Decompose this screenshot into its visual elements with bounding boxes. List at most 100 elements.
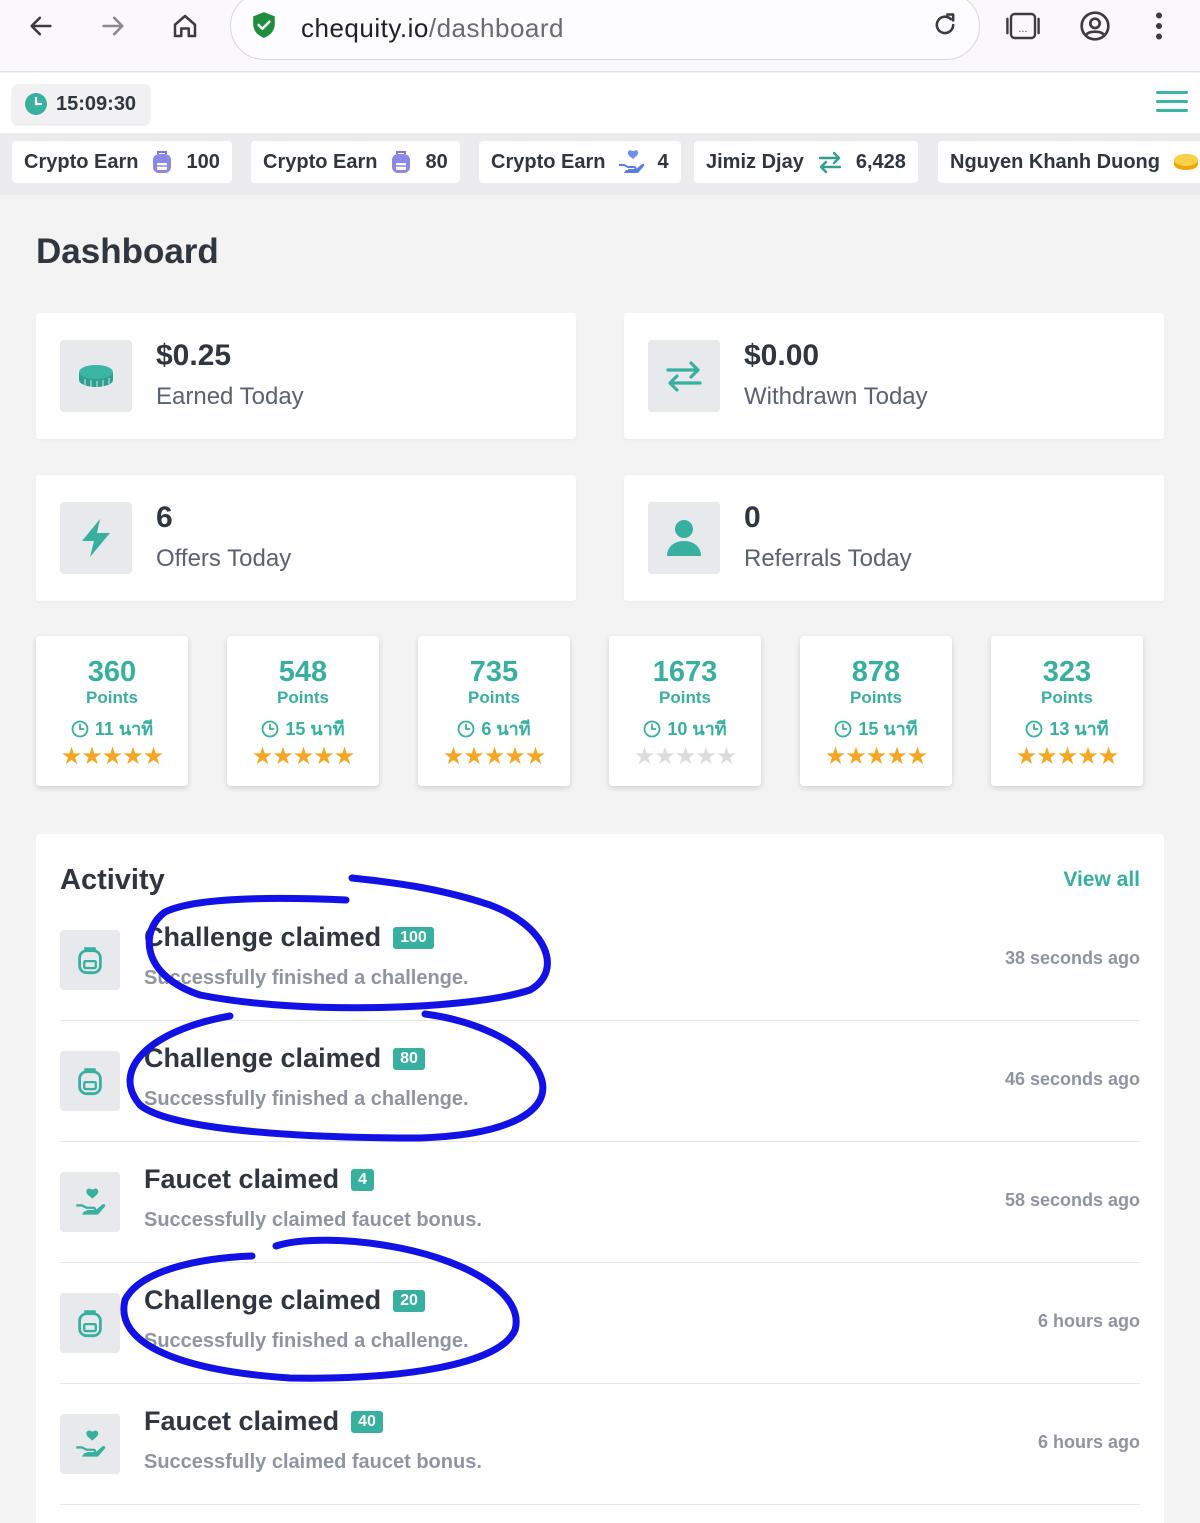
app-header: 15:09:30 (0, 73, 1200, 133)
star-icon: ★ (906, 743, 928, 770)
ticker-name: Jimiz Djay (706, 150, 804, 173)
account-icon[interactable] (1070, 8, 1120, 44)
offer-card[interactable]: 360 Points 11 นาที ★★★★★ (36, 636, 188, 786)
offer-card[interactable]: 1673 Points 10 นาที ★★★★★ (609, 636, 761, 786)
offer-unit: Points (277, 688, 329, 707)
points-badge: 40 (351, 1410, 383, 1433)
clock-icon (261, 720, 279, 737)
activity-ticker: Crypto Earn 100 Crypto Earn 80 Crypto Ea… (0, 133, 1200, 195)
star-icon: ★ (865, 743, 887, 770)
points-badge: 80 (393, 1047, 425, 1070)
menu-icon[interactable] (1156, 91, 1188, 115)
star-icon: ★ (251, 743, 273, 770)
star-icon: ★ (1077, 743, 1098, 770)
stat-value: 6 (156, 501, 173, 534)
offer-card[interactable]: 323 Points 13 นาที ★★★★★ (991, 636, 1143, 786)
star-icon: ★ (886, 743, 907, 770)
activity-time: 6 hours ago (1037, 1432, 1140, 1452)
offer-card[interactable]: 735 Points 6 นาที ★★★★★ (418, 636, 570, 786)
offer-time: 13 นาที (1049, 719, 1109, 739)
star-rating: ★★★★★ (418, 742, 570, 771)
activity-title: Challenge claimed (144, 1285, 382, 1315)
activity-item: Faucet claimed 40 Successfully claimed fau… (60, 1384, 1140, 1505)
stat-card-offers: 6 Offers Today (36, 475, 576, 601)
star-icon: ★ (272, 743, 293, 770)
bolt-icon (60, 502, 132, 574)
reload-icon[interactable] (931, 11, 959, 44)
star-icon: ★ (81, 743, 102, 770)
activity-icon (60, 930, 120, 990)
back-arrow-icon[interactable] (16, 8, 66, 44)
star-icon: ★ (1097, 743, 1119, 770)
clock-time: 15:09:30 (56, 92, 137, 115)
star-icon: ★ (60, 743, 82, 770)
ticker-item: Crypto Earn 100 (12, 141, 232, 183)
offer-card[interactable]: 548 Points 15 นาที ★★★★★ (227, 636, 379, 786)
offer-unit: Points (86, 688, 138, 707)
user-icon (648, 502, 720, 574)
offer-card[interactable]: 878 Points 15 นาที ★★★★★ (800, 636, 952, 786)
home-icon[interactable] (160, 8, 210, 44)
activity-item: Challenge claimed 100 Successfully finishe… (60, 900, 1140, 1021)
offer-time: 15 นาที (858, 719, 918, 739)
star-icon: ★ (483, 743, 505, 770)
forward-arrow-icon[interactable] (88, 8, 138, 44)
coins-icon (1173, 154, 1198, 170)
ticker-item: Nguyen Khanh Duong (938, 141, 1200, 183)
tab-switcher-icon[interactable]: ... (998, 8, 1048, 44)
stat-value: $0.25 (156, 339, 232, 372)
browser-toolbar: chequity.io/dashboard ... (0, 0, 1200, 72)
hand-heart-icon (619, 150, 645, 173)
activity-description: Successfully finished a challenge. (144, 1088, 469, 1110)
exchange-icon (818, 151, 842, 174)
activity-heading: Challenge claimed 20 (144, 1285, 425, 1316)
secure-shield-icon (251, 11, 277, 44)
star-icon: ★ (674, 743, 696, 770)
offer-points: 360 (87, 656, 137, 688)
activity-heading: Challenge claimed 80 (144, 1043, 425, 1074)
offer-unit: Points (468, 688, 520, 707)
offer-duration: 6 นาที (418, 714, 570, 743)
activity-icon (60, 1414, 120, 1474)
activity-time: 38 seconds ago (1004, 948, 1140, 968)
activity-heading: Challenge claimed 100 (144, 922, 434, 953)
stat-label: Referrals Today (744, 545, 912, 572)
activity-icon (60, 1172, 120, 1232)
stat-card-earned: $0.25 Earned Today (36, 313, 576, 439)
activity-time: 6 hours ago (1037, 1311, 1140, 1331)
star-icon: ★ (1015, 743, 1037, 770)
activity-title: Challenge claimed (144, 922, 382, 952)
svg-text:...: ... (1018, 24, 1027, 35)
offer-time: 10 นาที (667, 719, 727, 739)
points-badge: 100 (393, 926, 434, 949)
ticker-name: Nguyen Khanh Duong (950, 150, 1160, 173)
stat-label: Withdrawn Today (744, 383, 928, 410)
offer-time: 11 นาที (94, 719, 154, 739)
star-rating: ★★★★★ (609, 742, 761, 771)
points-badge: 20 (393, 1289, 425, 1312)
activity-time: 58 seconds ago (1004, 1190, 1140, 1210)
star-rating: ★★★★★ (36, 742, 188, 771)
view-all-link[interactable]: View all (1063, 868, 1140, 892)
star-icon: ★ (633, 743, 655, 770)
offer-points: 878 (851, 656, 901, 688)
coins-icon (60, 340, 132, 412)
offer-time: 6 นาที (481, 719, 531, 739)
star-icon: ★ (122, 743, 143, 770)
activity-item: Challenge claimed 80 Successfully finished… (60, 1021, 1140, 1142)
activity-title: Faucet claimed (144, 1164, 340, 1194)
backpack-icon (78, 1068, 102, 1096)
page-title: Dashboard (36, 232, 219, 271)
ticker-value: 4 (657, 150, 669, 173)
points-badge: 4 (351, 1168, 374, 1191)
address-bar[interactable]: chequity.io/dashboard (230, 0, 980, 60)
offer-duration: 10 นาที (609, 714, 761, 743)
offer-points: 735 (469, 656, 519, 688)
more-vert-icon[interactable] (1134, 8, 1184, 44)
star-icon: ★ (313, 743, 334, 770)
offer-duration: 15 นาที (800, 714, 952, 743)
clock-icon (71, 720, 89, 737)
ticker-item: Crypto Earn 80 (251, 141, 460, 183)
url-text[interactable]: chequity.io/dashboard (301, 13, 564, 44)
star-rating: ★★★★★ (991, 742, 1143, 771)
